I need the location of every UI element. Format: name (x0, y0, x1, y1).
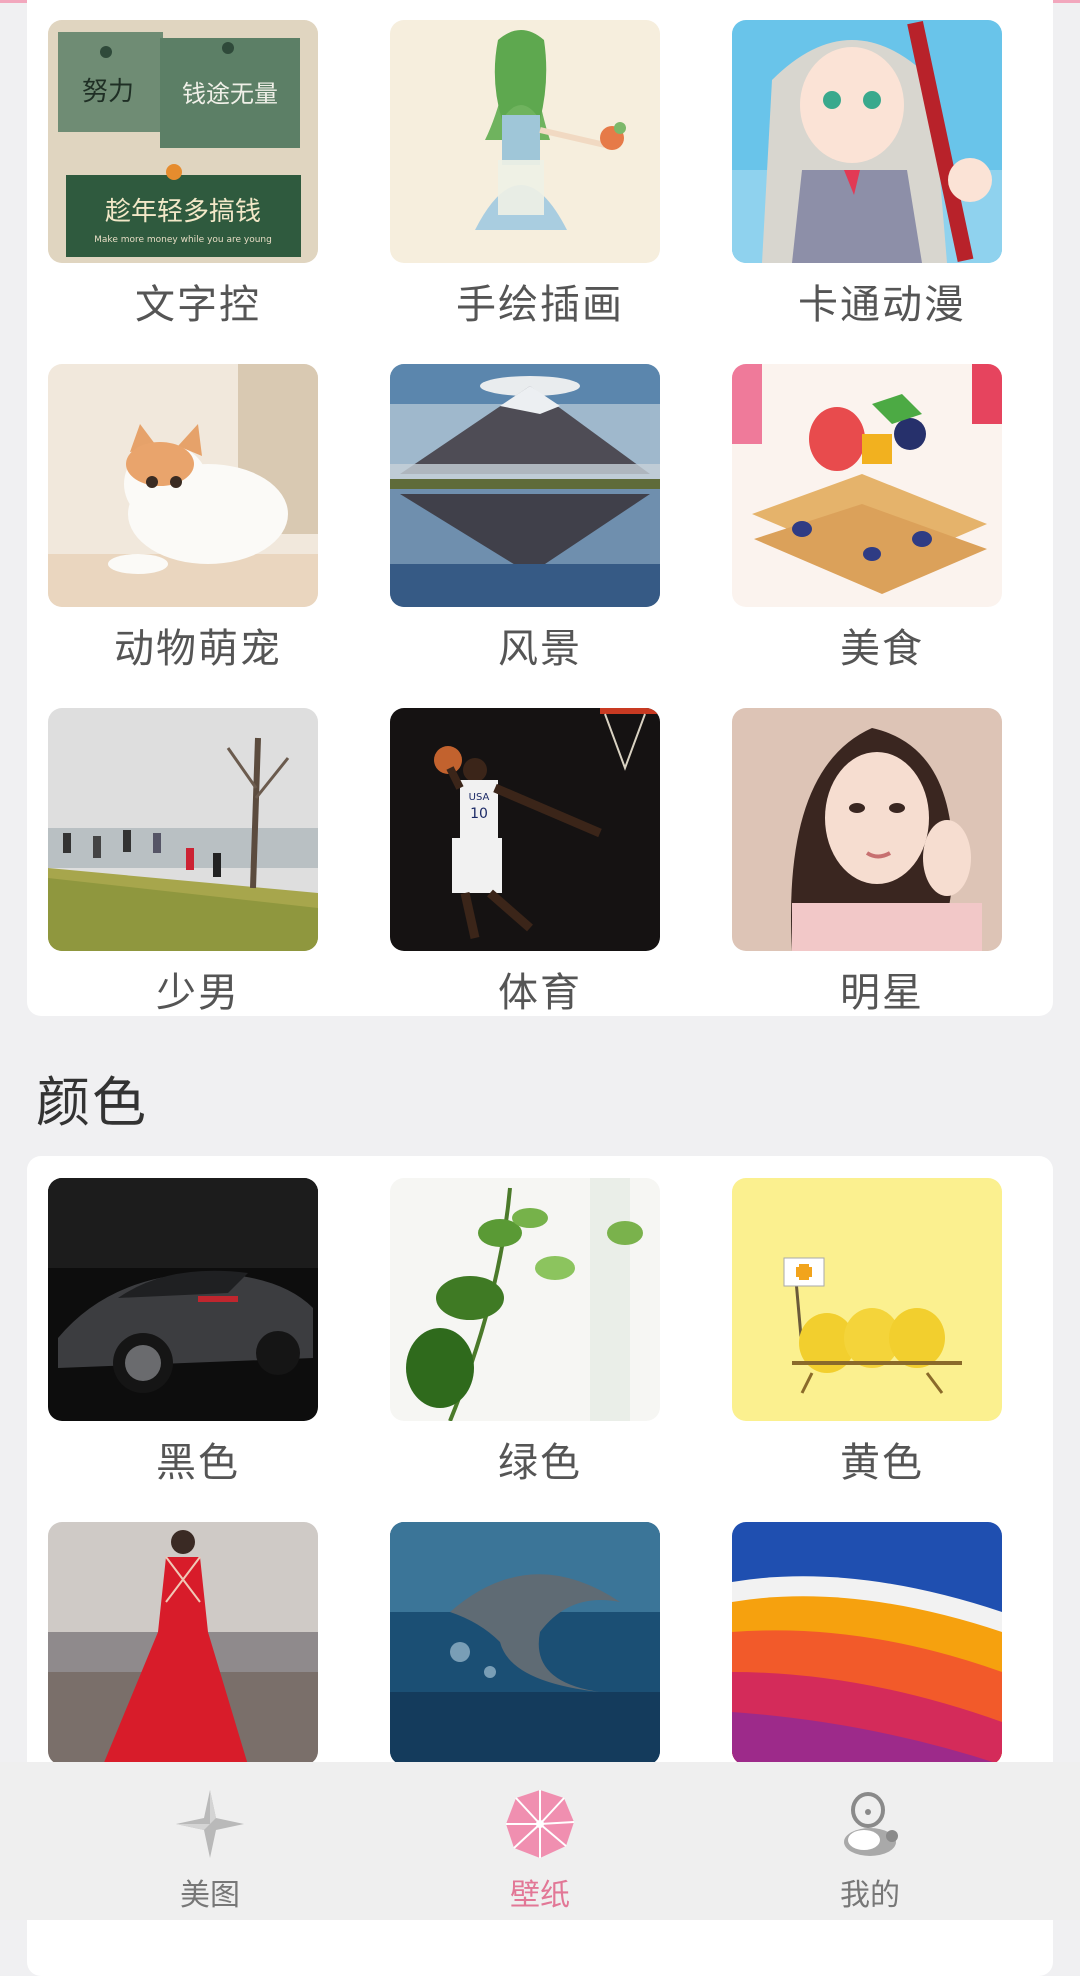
red-dress-woman-image (48, 1522, 318, 1765)
category-tile-illustration[interactable] (390, 20, 660, 263)
dolphin-jumping-image (390, 1522, 660, 1765)
basketball-dunk-image: USA 10 (390, 708, 660, 951)
black-sports-car-image (48, 1178, 318, 1421)
kitten-image (48, 364, 318, 607)
bottom-tab-bar: 美图 壁纸 我的 (0, 1762, 1080, 1920)
green-plant-image (390, 1178, 660, 1421)
category-tile-text[interactable]: 努力 钱途无量 趁年轻多搞钱 Make more money while you… (48, 20, 318, 263)
note-text-1: 努力 (82, 77, 134, 107)
tab-label: 我的 (840, 1878, 900, 1913)
category-tile-anime[interactable] (732, 20, 1002, 263)
category-tile-food[interactable] (732, 364, 1002, 607)
category-label: 文字控 (135, 282, 261, 328)
mountain-lake-reflection-image (390, 364, 660, 607)
jersey-team: USA (469, 792, 490, 803)
category-tile-pets[interactable] (48, 364, 318, 607)
tab-label: 美图 (180, 1878, 240, 1913)
color-tile-green[interactable] (390, 1178, 660, 1421)
tab-wallpaper[interactable]: 壁纸 (440, 1762, 640, 1920)
category-label: 卡通动漫 (798, 282, 966, 328)
note-text-2: 钱途无量 (182, 80, 278, 108)
note-text-3-sub: Make more money while you are young (94, 235, 272, 245)
friends-jumping-on-hill-image (48, 708, 318, 951)
color-label: 黑色 (156, 1440, 240, 1486)
category-label: 明星 (840, 970, 924, 1016)
color-tile-gradient[interactable] (732, 1522, 1002, 1765)
profile-icon (844, 1792, 898, 1856)
section-title-color: 颜色 (36, 1071, 148, 1134)
color-tile-yellow[interactable] (732, 1178, 1002, 1421)
color-tile-black[interactable] (48, 1178, 318, 1421)
tab-mine[interactable]: 我的 (770, 1762, 970, 1920)
note-text-3: 趁年轻多搞钱 (105, 197, 261, 227)
anime-girl-image (732, 20, 1002, 263)
color-label: 绿色 (498, 1440, 582, 1486)
jersey-number: 10 (470, 806, 488, 822)
category-label: 体育 (498, 970, 582, 1016)
category-label: 动物萌宠 (114, 626, 282, 672)
category-tile-stars[interactable] (732, 708, 1002, 951)
color-tile-red[interactable] (48, 1522, 318, 1765)
color-label: 黄色 (840, 1440, 924, 1486)
category-tile-sports[interactable]: USA 10 (390, 708, 660, 951)
umbrella-icon (506, 1790, 575, 1858)
category-tile-scenery[interactable] (390, 364, 660, 607)
category-label: 少男 (156, 970, 240, 1016)
diamond-star-icon (176, 1790, 244, 1858)
actress-portrait-image (732, 708, 1002, 951)
category-label: 手绘插画 (456, 282, 624, 328)
category-label: 美食 (840, 626, 924, 672)
color-tile-blue[interactable] (390, 1522, 660, 1765)
category-tile-boys[interactable] (48, 708, 318, 951)
yellow-cartoon-lemons-image (732, 1178, 1002, 1421)
motivational-text-notes-image: 努力 钱途无量 趁年轻多搞钱 Make more money while you… (48, 20, 318, 263)
fruit-pastry-image (732, 364, 1002, 607)
hand-drawn-girl-illustration-image (390, 20, 660, 263)
category-label: 风景 (498, 626, 582, 672)
tab-label: 壁纸 (510, 1878, 570, 1913)
colorful-waves-image (732, 1522, 1002, 1765)
tab-meitu[interactable]: 美图 (110, 1762, 310, 1920)
